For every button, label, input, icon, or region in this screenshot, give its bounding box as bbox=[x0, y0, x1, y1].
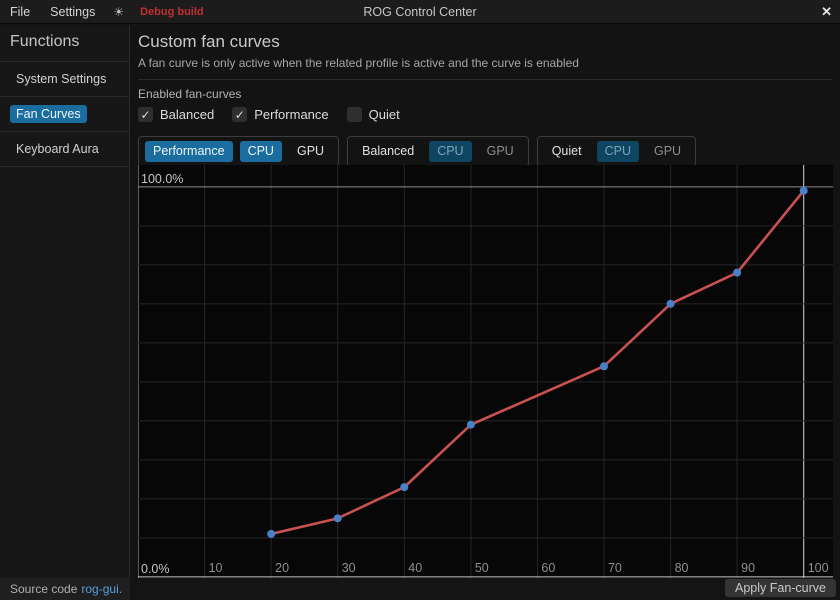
tab-group-balanced: Balanced CPU GPU bbox=[347, 136, 529, 167]
checkbox-performance[interactable]: ✓ Performance bbox=[232, 107, 328, 122]
fan-curve-plot[interactable]: 10 20 30 40 50 60 70 80 90 100 100.0% 0.0% bbox=[138, 165, 833, 578]
svg-text:0.0%: 0.0% bbox=[141, 562, 170, 576]
sidebar-item-label: System Settings bbox=[10, 70, 112, 88]
profile-tabs-row: Performance CPU GPU Balanced CPU GPU Qui… bbox=[138, 136, 840, 167]
checkbox-unchecked-icon bbox=[347, 107, 362, 122]
source-code-link[interactable]: rog-gui. bbox=[81, 582, 122, 596]
source-code-label: Source code bbox=[10, 582, 77, 596]
sidebar-item-fan-curves[interactable]: Fan Curves bbox=[0, 97, 129, 132]
svg-text:100: 100 bbox=[808, 561, 829, 575]
tab-balanced-gpu[interactable]: GPU bbox=[479, 141, 522, 162]
svg-text:50: 50 bbox=[475, 561, 489, 575]
tab-quiet-gpu[interactable]: GPU bbox=[646, 141, 689, 162]
sidebar: Functions System Settings Fan Curves Key… bbox=[0, 25, 130, 578]
svg-text:40: 40 bbox=[408, 561, 422, 575]
source-code-box: Source code rog-gui. bbox=[0, 578, 130, 600]
checkbox-label: Quiet bbox=[369, 107, 400, 122]
section-divider bbox=[138, 79, 832, 80]
tab-performance-cpu[interactable]: CPU bbox=[240, 141, 282, 162]
main-panel: Custom fan curves A fan curve is only ac… bbox=[130, 25, 840, 578]
checkbox-checked-icon: ✓ bbox=[138, 107, 153, 122]
sidebar-header: Functions bbox=[0, 25, 129, 62]
checkbox-quiet[interactable]: Quiet bbox=[347, 107, 400, 122]
checkbox-balanced[interactable]: ✓ Balanced bbox=[138, 107, 214, 122]
sidebar-item-label: Fan Curves bbox=[10, 105, 87, 123]
svg-text:60: 60 bbox=[541, 561, 555, 575]
apply-fan-curve-button[interactable]: Apply Fan-curve bbox=[725, 579, 836, 597]
theme-toggle-icon[interactable]: ☀ bbox=[105, 5, 132, 19]
menu-file[interactable]: File bbox=[0, 5, 40, 19]
svg-text:30: 30 bbox=[342, 561, 356, 575]
checkbox-label: Balanced bbox=[160, 107, 214, 122]
page-title: Custom fan curves bbox=[138, 31, 840, 53]
tab-balanced-cpu[interactable]: CPU bbox=[429, 141, 471, 162]
tab-balanced[interactable]: Balanced bbox=[354, 141, 422, 162]
enabled-checkbox-row: ✓ Balanced ✓ Performance Quiet bbox=[138, 107, 840, 122]
tab-performance-gpu[interactable]: GPU bbox=[289, 141, 332, 162]
tab-performance[interactable]: Performance bbox=[145, 141, 233, 162]
tab-group-performance: Performance CPU GPU bbox=[138, 136, 339, 167]
title-bar: File Settings ☀ Debug build ROG Control … bbox=[0, 0, 840, 24]
close-icon[interactable]: ✕ bbox=[821, 0, 832, 24]
menu-settings[interactable]: Settings bbox=[40, 5, 105, 19]
footer-bar: Source code rog-gui. Apply Fan-curve bbox=[0, 578, 840, 600]
tab-group-quiet: Quiet CPU GPU bbox=[537, 136, 696, 167]
fan-curve-chart: 10 20 30 40 50 60 70 80 90 100 100.0% 0.0% bbox=[138, 165, 833, 578]
tab-quiet[interactable]: Quiet bbox=[544, 141, 590, 162]
page-subtitle: A fan curve is only active when the rela… bbox=[138, 56, 840, 70]
sidebar-item-label: Keyboard Aura bbox=[10, 140, 105, 158]
debug-build-label: Debug build bbox=[132, 6, 212, 18]
svg-text:80: 80 bbox=[675, 561, 689, 575]
tab-quiet-cpu[interactable]: CPU bbox=[597, 141, 639, 162]
enabled-fan-curves-label: Enabled fan-curves bbox=[138, 87, 840, 101]
checkbox-label: Performance bbox=[254, 107, 328, 122]
svg-text:20: 20 bbox=[275, 561, 289, 575]
checkbox-checked-icon: ✓ bbox=[232, 107, 247, 122]
sidebar-item-keyboard-aura[interactable]: Keyboard Aura bbox=[0, 132, 129, 167]
svg-text:70: 70 bbox=[608, 561, 622, 575]
svg-text:10: 10 bbox=[209, 561, 223, 575]
svg-text:90: 90 bbox=[741, 561, 755, 575]
svg-text:100.0%: 100.0% bbox=[141, 172, 183, 186]
sidebar-item-system-settings[interactable]: System Settings bbox=[0, 62, 129, 97]
